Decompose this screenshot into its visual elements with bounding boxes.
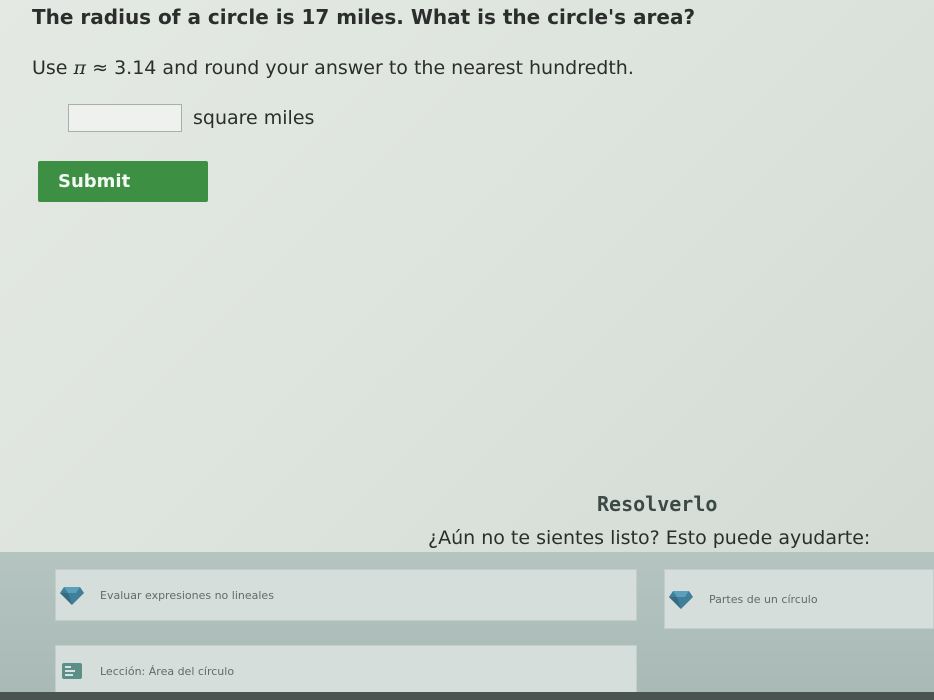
- resource-card-evaluate-expressions[interactable]: Evaluar expresiones no lineales: [55, 569, 637, 621]
- submit-button[interactable]: Submit: [38, 161, 208, 202]
- diamond-icon: [60, 584, 84, 606]
- pi-symbol: π: [73, 57, 87, 79]
- lesson-icon: [60, 660, 84, 682]
- help-title: Resolverlo: [597, 492, 718, 516]
- instruction-text: Use π ≈ 3.14 and round your answer to th…: [32, 57, 634, 79]
- instruction-prefix: Use: [32, 57, 68, 79]
- resource-card-lesson-circle-area[interactable]: Lección: Área del círculo: [55, 645, 637, 697]
- bottom-bar: [0, 692, 934, 700]
- resource-label: Evaluar expresiones no lineales: [100, 588, 274, 602]
- resource-label: Lección: Área del círculo: [100, 664, 235, 678]
- diamond-icon: [669, 588, 693, 610]
- unit-label: square miles: [193, 107, 315, 129]
- resource-card-circle-parts[interactable]: Partes de un círculo: [664, 569, 934, 629]
- question-text: The radius of a circle is 17 miles. What…: [32, 5, 696, 29]
- instruction-suffix: and round your answer to the nearest hun…: [162, 57, 634, 79]
- resource-label: Partes de un círculo: [709, 592, 818, 606]
- answer-row: square miles: [68, 104, 314, 132]
- help-subtitle: ¿Aún no te sientes listo? Esto puede ayu…: [428, 527, 871, 549]
- pi-value: 3.14: [114, 57, 157, 79]
- approx-symbol: ≈: [92, 57, 109, 79]
- answer-input[interactable]: [68, 104, 182, 132]
